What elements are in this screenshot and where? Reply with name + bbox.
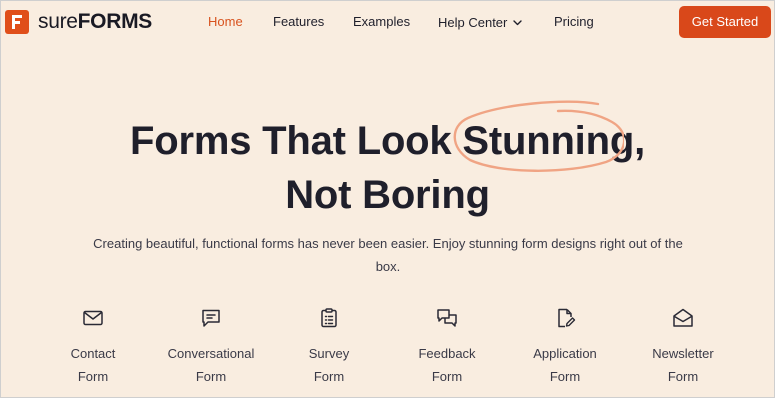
form-type-feedback[interactable]: Feedback Form (387, 306, 507, 388)
get-started-button[interactable]: Get Started (679, 6, 771, 38)
nav-home[interactable]: Home (208, 13, 243, 31)
form-type-label: Newsletter Form (652, 346, 714, 384)
form-type-contact[interactable]: Contact Form (33, 306, 153, 388)
form-type-newsletter[interactable]: Newsletter Form (623, 306, 743, 388)
nav-pricing[interactable]: Pricing (554, 13, 594, 31)
envelope-icon (83, 310, 103, 326)
site-header: sureFORMS Home Features Examples Help Ce… (0, 0, 775, 44)
feedback-chat-icon (437, 309, 457, 327)
nav-examples[interactable]: Examples (353, 13, 410, 31)
hero-title-highlight: Stunning (462, 119, 635, 163)
nav-help-center-label: Help Center (438, 15, 508, 30)
form-types-list: Contact Form Conversational Form Survey … (0, 306, 775, 398)
form-type-label: Contact Form (70, 346, 116, 384)
sureforms-logo-icon (5, 10, 29, 34)
form-type-survey[interactable]: Survey Form (269, 306, 389, 388)
clipboard-icon (321, 308, 337, 328)
hero-title-line2: Not Boring (285, 173, 490, 217)
hero-title-line1: Forms That Look Stunning, (0, 114, 775, 168)
chat-bubble-icon (202, 309, 220, 327)
logo-wordmark: sureFORMS (38, 10, 152, 33)
document-edit-icon (558, 308, 576, 328)
hero-subtitle: Creating beautiful, functional forms has… (93, 236, 683, 274)
form-type-label: Feedback Form (418, 346, 476, 384)
sureforms-logo[interactable]: sureFORMS (5, 10, 152, 34)
open-envelope-icon (673, 308, 693, 327)
form-type-label: Application Form (533, 346, 597, 384)
nav-help-center[interactable]: Help Center (438, 13, 523, 32)
chevron-down-icon (513, 13, 523, 31)
form-type-conversational[interactable]: Conversational Form (151, 306, 271, 388)
form-type-label: Survey Form (308, 346, 350, 384)
nav-features[interactable]: Features (273, 13, 324, 31)
hero-title: Forms That Look Stunning, Not Boring (0, 114, 775, 222)
form-type-application[interactable]: Application Form (505, 306, 625, 388)
form-type-label: Conversational Form (167, 346, 255, 384)
